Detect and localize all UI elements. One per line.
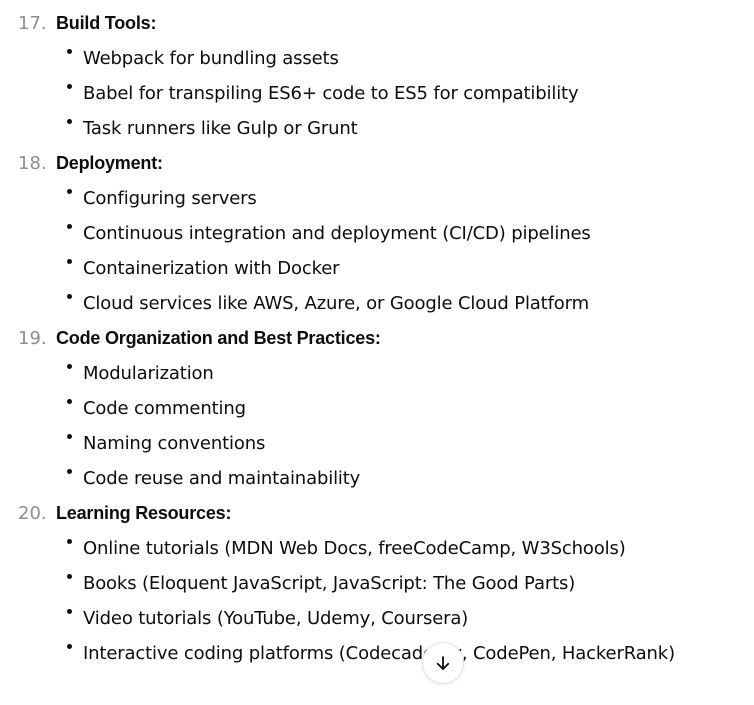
section-heading: 20. Learning Resources: xyxy=(0,490,754,525)
list-item-text: Code reuse and maintainability xyxy=(83,468,361,489)
list-item: Video tutorials (YouTube, Udemy, Courser… xyxy=(0,595,754,630)
bullet-icon xyxy=(67,119,72,124)
list-item: Continuous integration and deployment (C… xyxy=(0,210,754,245)
bullet-icon xyxy=(67,399,72,404)
bullet-icon xyxy=(67,539,72,544)
list-item-text: Configuring servers xyxy=(83,188,257,209)
list-item-text: Video tutorials (YouTube, Udemy, Courser… xyxy=(83,608,469,629)
bullet-icon xyxy=(67,434,72,439)
section-number: 20. xyxy=(18,503,47,524)
list-item: Naming conventions xyxy=(0,420,754,455)
list-section-20: 20. Learning Resources: Online tutorials… xyxy=(0,490,754,665)
bullet-icon xyxy=(67,364,72,369)
list-item-text: Webpack for bundling assets xyxy=(83,48,339,69)
section-title: Deployment: xyxy=(56,153,163,173)
list-item: Babel for transpiling ES6+ code to ES5 f… xyxy=(0,70,754,105)
list-item: Books (Eloquent JavaScript, JavaScript: … xyxy=(0,560,754,595)
response-content: 17. Build Tools: Webpack for bundling as… xyxy=(0,0,754,665)
bullet-icon xyxy=(67,189,72,194)
list-item: Code reuse and maintainability xyxy=(0,455,754,490)
list-item-text: Modularization xyxy=(83,363,214,384)
list-item-text: Code commenting xyxy=(83,398,246,419)
bullet-icon xyxy=(67,49,72,54)
section-heading: 19. Code Organization and Best Practices… xyxy=(0,315,754,350)
list-item: Task runners like Gulp or Grunt xyxy=(0,105,754,140)
bullet-icon xyxy=(67,574,72,579)
section-heading: 18. Deployment: xyxy=(0,140,754,175)
section-number: 19. xyxy=(18,328,47,349)
list-item-text: Cloud services like AWS, Azure, or Googl… xyxy=(83,293,589,314)
list-item-text: Continuous integration and deployment (C… xyxy=(83,223,591,244)
bullet-icon xyxy=(67,469,72,474)
list-item: Online tutorials (MDN Web Docs, freeCode… xyxy=(0,525,754,560)
list-item: Webpack for bundling assets xyxy=(0,35,754,70)
bullet-icon xyxy=(67,609,72,614)
list-item-text: Online tutorials (MDN Web Docs, freeCode… xyxy=(83,538,626,559)
list-item: Interactive coding platforms (Codecademy… xyxy=(0,630,754,665)
section-number: 18. xyxy=(18,153,47,174)
list-item: Code commenting xyxy=(0,385,754,420)
list-item-text: Task runners like Gulp or Grunt xyxy=(83,118,358,139)
arrow-down-icon xyxy=(436,656,450,670)
list-item: Modularization xyxy=(0,350,754,385)
section-heading: 17. Build Tools: xyxy=(0,0,754,35)
bullet-icon xyxy=(67,84,72,89)
list-item: Cloud services like AWS, Azure, or Googl… xyxy=(0,280,754,315)
bullet-icon xyxy=(67,644,72,649)
section-title: Learning Resources: xyxy=(56,503,232,523)
list-item-text: Babel for transpiling ES6+ code to ES5 f… xyxy=(83,83,579,104)
bullet-icon xyxy=(67,224,72,229)
list-section-18: 18. Deployment: Configuring servers Cont… xyxy=(0,140,754,315)
bullet-icon xyxy=(67,259,72,264)
list-item-text: Naming conventions xyxy=(83,433,266,454)
scroll-to-bottom-button[interactable] xyxy=(422,642,464,684)
bullet-icon xyxy=(67,294,72,299)
list-item-text: Containerization with Docker xyxy=(83,258,340,279)
list-item: Configuring servers xyxy=(0,175,754,210)
section-title: Code Organization and Best Practices: xyxy=(56,328,381,348)
list-item-text: Books (Eloquent JavaScript, JavaScript: … xyxy=(83,573,576,594)
list-section-17: 17. Build Tools: Webpack for bundling as… xyxy=(0,0,754,140)
list-item-text: Interactive coding platforms (Codecademy… xyxy=(83,643,675,664)
list-section-19: 19. Code Organization and Best Practices… xyxy=(0,315,754,490)
section-number: 17. xyxy=(18,13,47,34)
list-item: Containerization with Docker xyxy=(0,245,754,280)
section-title: Build Tools: xyxy=(56,13,157,33)
